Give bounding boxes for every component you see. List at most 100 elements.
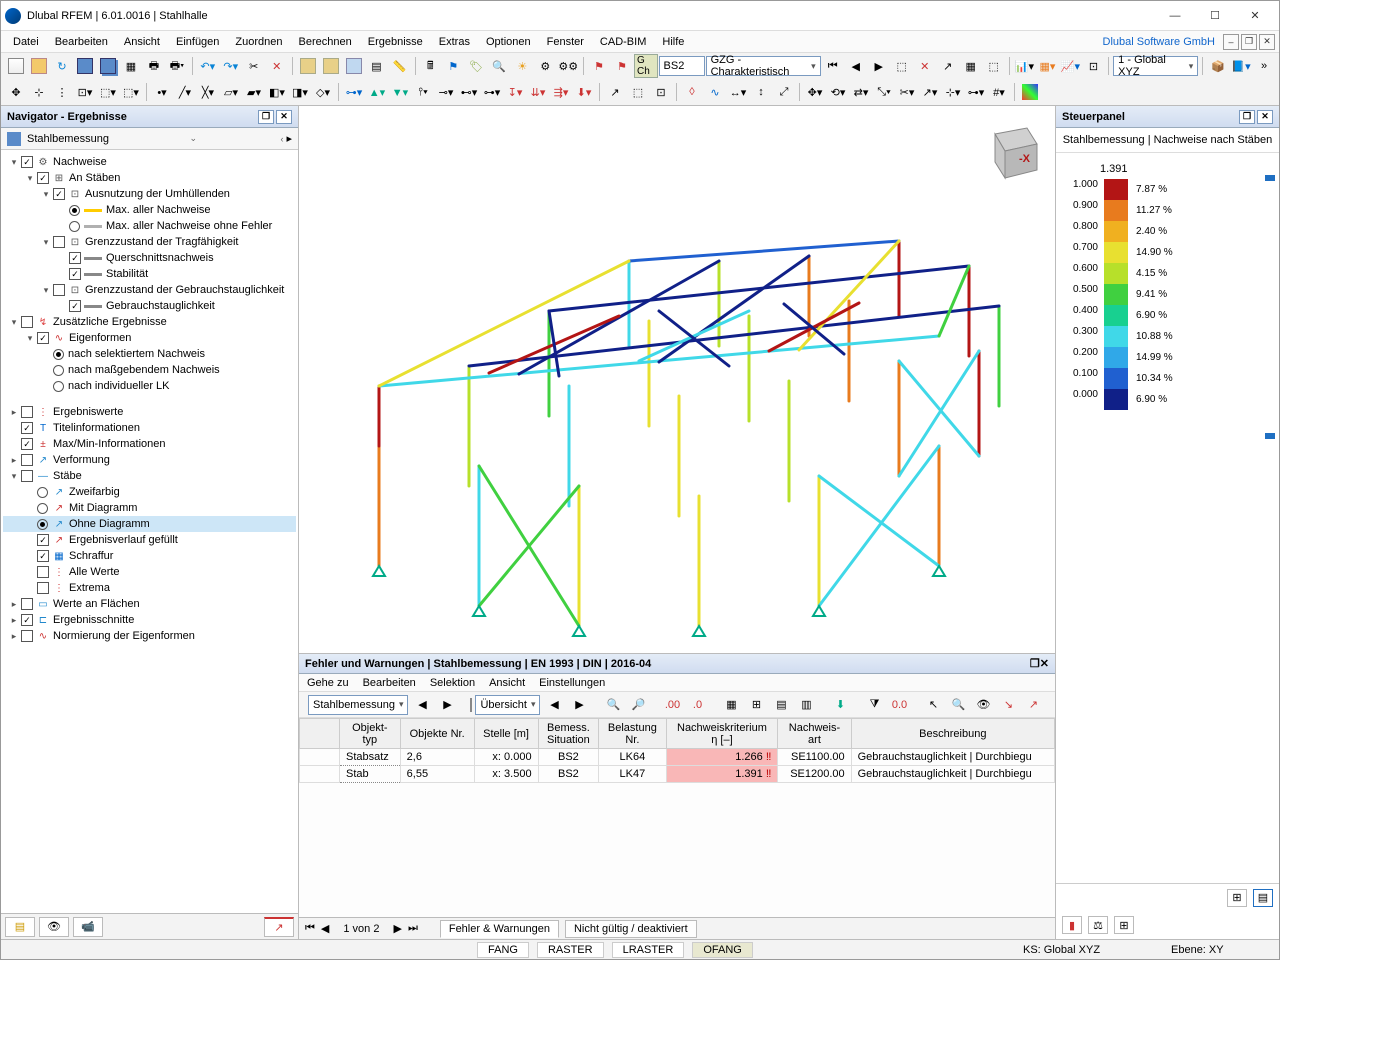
tree-row[interactable]: ▸∿Normierung der Eigenformen bbox=[3, 628, 296, 644]
mirror-icon[interactable]: ⇄▾ bbox=[850, 81, 872, 103]
nav-prev-icon[interactable]: ◀ bbox=[845, 55, 867, 77]
tree-row[interactable]: ▾∿Eigenformen bbox=[3, 330, 296, 346]
tree-row[interactable]: Stabilität bbox=[3, 266, 296, 282]
err-prev-icon[interactable]: ◀ bbox=[411, 694, 433, 716]
err-mark-icon[interactable]: ↘ bbox=[997, 694, 1019, 716]
radio[interactable] bbox=[53, 365, 64, 376]
snap-ofang[interactable]: OFANG bbox=[692, 942, 753, 958]
err-tool-8-icon[interactable]: ▥ bbox=[795, 694, 817, 716]
nav-btn-results-icon[interactable]: ↗ bbox=[264, 917, 294, 937]
maximize-button[interactable]: ☐ bbox=[1195, 2, 1235, 30]
tree-row[interactable]: ▾⊡Grenzzustand der Tragfähigkeit bbox=[3, 234, 296, 250]
checkbox[interactable] bbox=[69, 252, 81, 264]
checkbox[interactable] bbox=[21, 598, 33, 610]
hinge-icon[interactable]: ⊶▾ bbox=[343, 81, 365, 103]
sp-btn-1-icon[interactable]: ⊞ bbox=[1227, 889, 1247, 907]
bs-field[interactable]: BS2 bbox=[659, 56, 705, 76]
radio[interactable] bbox=[37, 487, 48, 498]
tree-row[interactable]: ↗Ohne Diagramm bbox=[3, 516, 296, 532]
tree-row[interactable]: ⋮Alle Werte bbox=[3, 564, 296, 580]
view-x-icon[interactable]: ↔▾ bbox=[727, 81, 749, 103]
checkbox[interactable] bbox=[53, 284, 65, 296]
tree-row[interactable]: nach maßgebendem Nachweis bbox=[3, 362, 296, 378]
menu-optionen[interactable]: Optionen bbox=[478, 33, 539, 51]
calc-icon[interactable]: 🖩 bbox=[419, 55, 441, 77]
nav-btn-camera-icon[interactable]: 📹 bbox=[73, 917, 103, 937]
checkbox[interactable] bbox=[21, 438, 33, 450]
checkbox[interactable] bbox=[21, 406, 33, 418]
view-graph-icon[interactable]: ∿ bbox=[704, 81, 726, 103]
tool-e-icon[interactable]: ⬚ bbox=[983, 55, 1005, 77]
support2-icon[interactable]: ▼▾ bbox=[389, 81, 411, 103]
radio[interactable] bbox=[53, 349, 64, 360]
book-icon[interactable]: 📘▾ bbox=[1230, 55, 1252, 77]
print-preview-icon[interactable]: 🖶▾ bbox=[166, 55, 188, 77]
err-tool-1-icon[interactable]: 🔍 bbox=[602, 694, 624, 716]
tab-errors[interactable]: Fehler & Warnungen bbox=[440, 920, 559, 938]
snap-lraster[interactable]: LRASTER bbox=[612, 942, 685, 958]
table-row[interactable]: Stabsatz2,6x: 0.000BS2LK641.266 ‼SE1100.… bbox=[300, 749, 1055, 766]
checkbox[interactable] bbox=[37, 172, 49, 184]
snap-2-icon[interactable]: ⊹ bbox=[28, 81, 50, 103]
checkbox[interactable] bbox=[21, 470, 33, 482]
minimize-button[interactable]: — bbox=[1155, 2, 1195, 30]
delete-icon[interactable]: ✕ bbox=[266, 55, 288, 77]
column-header[interactable]: Objekt-typ bbox=[340, 719, 401, 749]
checkbox[interactable] bbox=[37, 566, 49, 578]
tree-row[interactable]: nach selektiertem Nachweis bbox=[3, 346, 296, 362]
sp-btn-2-icon[interactable]: ▤ bbox=[1253, 889, 1273, 907]
err-menu-edit[interactable]: Bearbeiten bbox=[363, 677, 416, 689]
radio[interactable] bbox=[69, 205, 80, 216]
draw-member-icon[interactable]: ╳▾ bbox=[197, 81, 219, 103]
tool-c-icon[interactable]: ↗ bbox=[937, 55, 959, 77]
tool-a-icon[interactable]: ⬚ bbox=[891, 55, 913, 77]
snap-6-icon[interactable]: ⬚▾ bbox=[120, 81, 142, 103]
close-button[interactable]: ✕ bbox=[1235, 2, 1275, 30]
chevron-down-icon[interactable]: ⌄ bbox=[186, 133, 200, 144]
extend-icon[interactable]: ↗▾ bbox=[919, 81, 941, 103]
err-next2-icon[interactable]: ▶ bbox=[568, 694, 590, 716]
menu-hilfe[interactable]: Hilfe bbox=[654, 33, 692, 51]
load-2-icon[interactable]: ⇊▾ bbox=[527, 81, 549, 103]
draw-solid2-icon[interactable]: ◨▾ bbox=[289, 81, 311, 103]
draw-surf2-icon[interactable]: ▰▾ bbox=[243, 81, 265, 103]
new-file-icon[interactable] bbox=[5, 55, 27, 77]
radio[interactable] bbox=[69, 221, 80, 232]
snap-4-icon[interactable]: ⊡▾ bbox=[74, 81, 96, 103]
tree-row[interactable]: ▾⊡Grenzzustand der Gebrauchstauglichkeit bbox=[3, 282, 296, 298]
search-icon[interactable]: 🔍 bbox=[488, 55, 510, 77]
steuerpanel-close-button[interactable]: ✕ bbox=[1257, 110, 1273, 124]
view-iso-icon[interactable]: ◊ bbox=[681, 81, 703, 103]
column-header[interactable]: Nachweis-art bbox=[778, 719, 851, 749]
tree-row[interactable]: ▾↯Zusätzliche Ergebnisse bbox=[3, 314, 296, 330]
draw-open-icon[interactable]: ◇▾ bbox=[312, 81, 334, 103]
sp-tab-scale-icon[interactable]: ⚖ bbox=[1088, 916, 1108, 934]
load-3-icon[interactable]: ⇶▾ bbox=[550, 81, 572, 103]
tree-row[interactable]: ▸⊏Ergebnisschnitte bbox=[3, 612, 296, 628]
results-icon[interactable]: 📊▾ bbox=[1013, 55, 1035, 77]
err-find-icon[interactable]: 🔍 bbox=[947, 694, 969, 716]
radio[interactable] bbox=[37, 503, 48, 514]
view-mode-1-icon[interactable] bbox=[297, 55, 319, 77]
checkbox[interactable] bbox=[21, 156, 33, 168]
nav-btn-data-icon[interactable]: ▤ bbox=[5, 917, 35, 937]
navigator-close-button[interactable]: ✕ bbox=[276, 110, 292, 124]
undo-icon[interactable]: ↶▾ bbox=[197, 55, 219, 77]
pager-prev-icon[interactable]: ◀ bbox=[321, 922, 329, 935]
err-tool-2-icon[interactable]: 🔎 bbox=[627, 694, 649, 716]
cut-icon[interactable]: ✂ bbox=[243, 55, 265, 77]
navigation-cube[interactable]: -X bbox=[975, 116, 1045, 186]
divide-icon[interactable]: ⊹▾ bbox=[942, 81, 964, 103]
load-1-icon[interactable]: ↧▾ bbox=[504, 81, 526, 103]
checkbox[interactable] bbox=[37, 534, 49, 546]
menu-extras[interactable]: Extras bbox=[431, 33, 478, 51]
tree-row[interactable]: Querschnittsnachweis bbox=[3, 250, 296, 266]
combo-type-dropdown[interactable]: GZG - Charakteristisch bbox=[706, 56, 821, 76]
section-icon[interactable]: ⊡ bbox=[1082, 55, 1104, 77]
err-menu-goto[interactable]: Gehe zu bbox=[307, 677, 349, 689]
err-mark2-icon[interactable]: ↗ bbox=[1022, 694, 1044, 716]
view-mode-2-icon[interactable] bbox=[320, 55, 342, 77]
tool-d-icon[interactable]: ▦ bbox=[960, 55, 982, 77]
checkbox[interactable] bbox=[53, 188, 65, 200]
tool-b-icon[interactable]: ✕ bbox=[914, 55, 936, 77]
